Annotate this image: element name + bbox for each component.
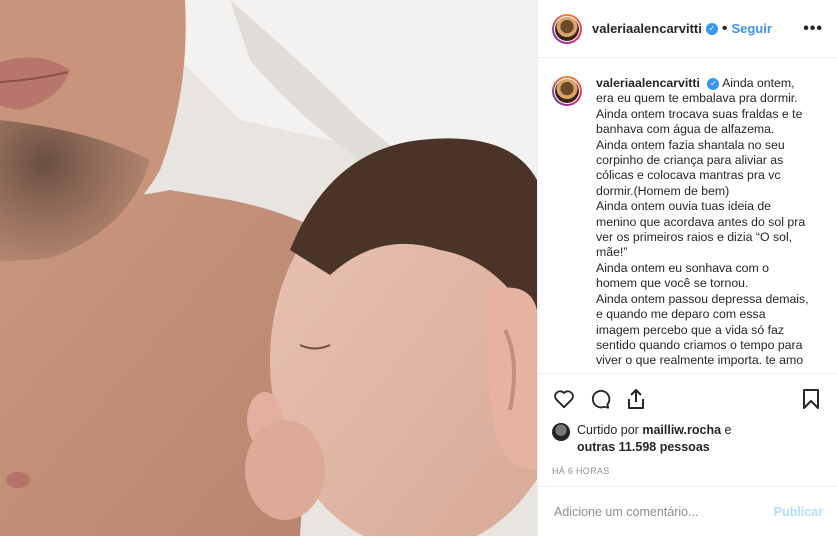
caption-line: Ainda ontem trocava suas fraldas e te (596, 106, 803, 121)
caption-verified-badge-icon: ✓ (707, 77, 720, 90)
comment-icon[interactable] (588, 387, 612, 411)
comment-box: Publicar (538, 486, 837, 536)
likes-others-link[interactable]: outras 11.598 pessoas (577, 440, 710, 454)
post-timestamp[interactable]: HÁ 6 HORAS (538, 456, 837, 476)
caption-text: valeriaalencarvitti ✓ Ainda ontem, era e… (596, 76, 809, 369)
caption-line: era eu quem te embalava pra dormir. (596, 91, 798, 106)
bookmark-icon[interactable] (799, 387, 823, 411)
post-photo[interactable] (0, 0, 537, 536)
follow-button[interactable]: Seguir (731, 21, 771, 36)
author-username[interactable]: valeriaalencarvitti (592, 21, 702, 36)
share-icon[interactable] (624, 387, 648, 411)
more-options-icon[interactable]: ••• (803, 20, 823, 38)
caption-line: menino que acordava antes do sol pra (596, 214, 806, 229)
post-sidebar: valeriaalencarvitti ✓ • Seguir ••• valer… (537, 0, 837, 536)
caption-line: Ainda ontem fazia shantala no seu (596, 137, 785, 152)
instagram-post-modal: valeriaalencarvitti ✓ • Seguir ••• valer… (0, 0, 837, 536)
verified-badge-icon: ✓ (705, 22, 718, 35)
publish-button[interactable]: Publicar (774, 505, 823, 519)
heart-icon[interactable] (552, 387, 576, 411)
liker-username[interactable]: mailliw.rocha (642, 423, 721, 437)
caption-line: banhava com água de alfazema. (596, 122, 775, 137)
caption-line: Ainda ontem ouvia tuas ideia de (596, 199, 772, 214)
caption-line: cólicas e colocava mantras pra vc (596, 168, 781, 183)
caption-scroll-area[interactable]: valeriaalencarvitti ✓ Ainda ontem, era e… (538, 58, 837, 374)
caption-line: Ainda ontem eu sonhava com o (596, 260, 769, 275)
likes-summary: Curtido por mailliw.rocha e outras 11.59… (538, 416, 837, 456)
caption-row: valeriaalencarvitti ✓ Ainda ontem, era e… (552, 76, 823, 369)
caption-line: homem que você se tornou. (596, 276, 749, 291)
caption-line: corpinho de criança para aliviar as (596, 153, 784, 168)
author-avatar[interactable] (552, 13, 582, 44)
likes-middle: e (724, 423, 732, 437)
caption-avatar[interactable] (552, 76, 582, 106)
caption-line: viver o que realmente importa. te amo (596, 353, 804, 368)
likes-prefix: Curtido por (577, 423, 639, 437)
caption-line: mãe!” (596, 245, 628, 260)
photo-illustration (0, 0, 537, 536)
caption-line: Ainda ontem, (722, 76, 795, 90)
comment-input[interactable] (552, 503, 774, 520)
caption-line: sentido quando criamos o tempo para (596, 337, 803, 352)
action-bar (538, 382, 837, 416)
caption-line: dormir.(Homem de bem) (596, 183, 730, 198)
caption-line: Ainda ontem passou depressa demais, (596, 291, 809, 306)
caption-line: imagem percebo que a vida só faz (596, 322, 784, 337)
post-header: valeriaalencarvitti ✓ • Seguir ••• (538, 0, 837, 58)
caption-line: e quando me deparo com essa (596, 307, 766, 322)
liker-avatar[interactable] (552, 423, 570, 441)
caption-username[interactable]: valeriaalencarvitti (596, 76, 700, 90)
separator-dot: • (721, 19, 728, 37)
caption-line: ver os primeiros raios e dizia “O sol, (596, 230, 793, 245)
